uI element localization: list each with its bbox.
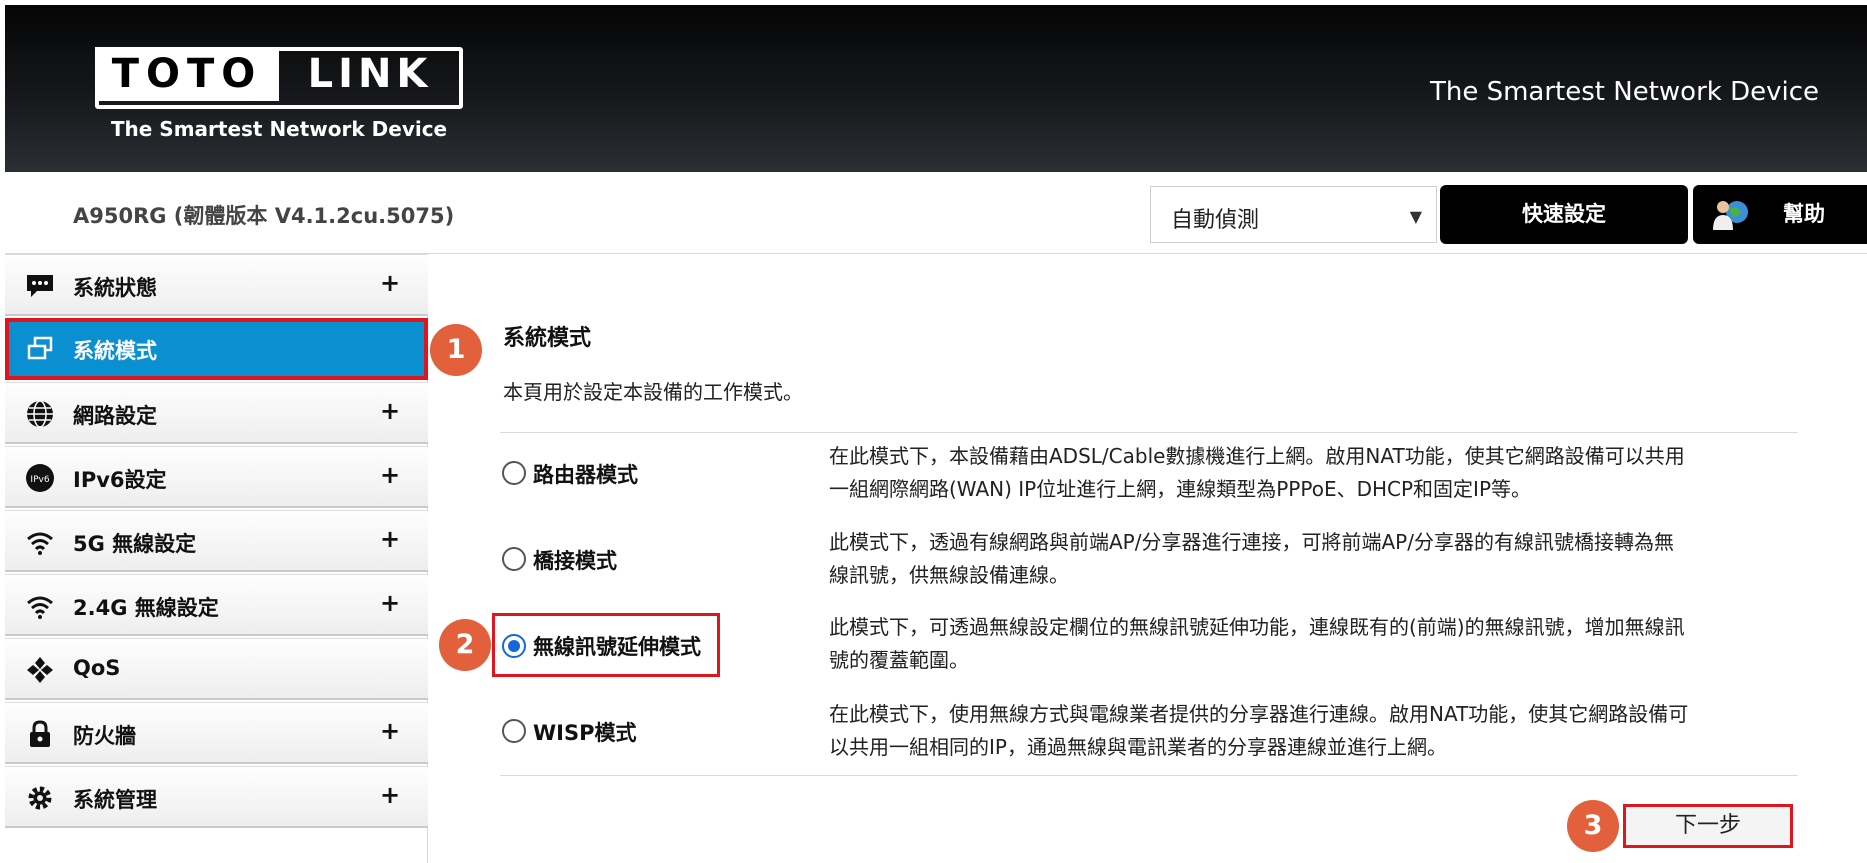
description-line: 線訊號，供無線設備連線。	[829, 563, 1069, 587]
wisp-mode-description: 在此模式下，使用無線方式與電線業者提供的分享器進行連線。啟用NAT功能，使其它網…	[829, 698, 1799, 764]
language-select-value: 自動偵測	[1171, 208, 1260, 233]
bridge-mode-radio[interactable]	[502, 547, 526, 571]
sidebar-item-label: 系統狀態	[73, 276, 157, 300]
sidebar-item-system-status[interactable]: 系統狀態 +	[5, 254, 428, 316]
sidebar-item-label: QoS	[73, 656, 121, 680]
logo-text-right: LINK	[307, 51, 433, 97]
divider	[500, 432, 1798, 433]
description-line: 以共用一組相同的IP，通過無線與電訊業者的分享器連線並進行上網。	[829, 735, 1447, 759]
description-line: 一組網際網路(WAN) IP位址進行上網，連線類型為PPPoE、DHCP和固定I…	[829, 477, 1532, 501]
description-line: 此模式下，可透過無線設定欄位的無線訊號延伸功能，連線既有的(前端)的無線訊號，增…	[829, 615, 1685, 639]
logo-text-left: TOTO	[95, 47, 279, 101]
sidebar-item-label: 系統管理	[73, 788, 157, 812]
sidebar-item-wireless-24g[interactable]: 2.4G 無線設定 +	[5, 574, 428, 636]
qos-icon	[27, 657, 53, 683]
repeater-mode-label: 無線訊號延伸模式	[533, 635, 701, 659]
wifi-icon	[27, 596, 53, 619]
sidebar-item-label: 系統模式	[73, 339, 157, 363]
bridge-mode-label: 橋接模式	[533, 549, 617, 573]
description-line: 號的覆蓋範圍。	[829, 648, 969, 672]
expand-icon: +	[380, 781, 401, 809]
wisp-mode-radio[interactable]	[502, 719, 526, 743]
description-line: 在此模式下，使用無線方式與電線業者提供的分享器進行連線。啟用NAT功能，使其它網…	[829, 702, 1689, 726]
wisp-mode-label: WISP模式	[533, 721, 637, 745]
step-badge-2: 2	[439, 619, 491, 671]
next-button[interactable]: 下一步	[1623, 804, 1793, 848]
sidebar-item-label: 5G 無線設定	[73, 532, 197, 556]
repeater-mode-description: 此模式下，可透過無線設定欄位的無線訊號延伸功能，連線既有的(前端)的無線訊號，增…	[829, 611, 1799, 677]
sidebar-item-label: 防火牆	[73, 724, 136, 748]
wifi-icon	[27, 532, 53, 555]
sidebar-item-system-management[interactable]: 系統管理 +	[5, 766, 428, 828]
description-line: 在此模式下，本設備藉由ADSL/Cable數據機進行上網。啟用NAT功能，使其它…	[829, 444, 1685, 468]
sidebar-item-label: IPv6設定	[73, 468, 167, 492]
step-badge-3: 3	[1567, 800, 1619, 852]
page-description: 本頁用於設定本設備的工作模式。	[503, 380, 803, 404]
totolink-logo: TOTO LINK The Smartest Network Device	[95, 47, 463, 151]
sidebar-item-label: 網路設定	[73, 404, 157, 428]
globe-icon	[27, 400, 53, 428]
expand-icon: +	[380, 397, 401, 425]
router-mode-radio[interactable]	[502, 461, 526, 485]
chevron-down-icon: ▼	[1409, 207, 1422, 226]
quick-setup-button[interactable]: 快速設定	[1440, 185, 1688, 244]
logo-tagline: The Smartest Network Device	[110, 117, 448, 141]
ipv6-icon: IPv6	[26, 464, 54, 492]
header-banner: TOTO LINK The Smartest Network Device Th…	[5, 5, 1867, 172]
lock-icon	[30, 720, 50, 747]
sidebar-item-ipv6[interactable]: IPv6 IPv6設定 +	[5, 446, 428, 508]
expand-icon: +	[380, 461, 401, 489]
expand-icon: +	[380, 589, 401, 617]
router-mode-label: 路由器模式	[533, 463, 638, 487]
expand-icon: +	[380, 269, 401, 297]
language-select[interactable]: 自動偵測 ▼	[1150, 186, 1437, 243]
top-bar: A950RG (韌體版本 V4.1.2cu.5075) 自動偵測 ▼ 快速設定 …	[5, 172, 1867, 254]
expand-icon: +	[380, 717, 401, 745]
help-button[interactable]: 幫助	[1693, 185, 1867, 244]
sidebar: 系統狀態 + 系統模式 網路設定 + IPv6 IPv6設定 + 5G 無線設定…	[5, 254, 428, 863]
expand-icon: +	[380, 525, 401, 553]
bridge-mode-description: 此模式下，透過有線網路與前端AP/分享器進行連接，可將前端AP/分享器的有線訊號…	[829, 526, 1799, 592]
page-title: 系統模式	[503, 326, 592, 351]
header-slogan: The Smartest Network Device	[1429, 77, 1819, 107]
repeater-mode-radio[interactable]	[502, 634, 526, 658]
svg-text:IPv6: IPv6	[30, 475, 49, 485]
chat-bubble-icon	[27, 275, 53, 297]
sidebar-item-qos[interactable]: QoS	[5, 638, 428, 700]
windows-icon	[27, 336, 53, 360]
sidebar-item-label: 2.4G 無線設定	[73, 596, 219, 620]
router-mode-description: 在此模式下，本設備藉由ADSL/Cable數據機進行上網。啟用NAT功能，使其它…	[829, 440, 1799, 506]
sidebar-item-wireless-5g[interactable]: 5G 無線設定 +	[5, 510, 428, 572]
help-button-label: 幫助	[1783, 202, 1825, 226]
gear-icon	[28, 786, 52, 810]
help-person-icon	[1713, 201, 1748, 230]
description-line: 此模式下，透過有線網路與前端AP/分享器進行連接，可將前端AP/分享器的有線訊號…	[829, 530, 1674, 554]
step-badge-1: 1	[430, 324, 482, 376]
divider	[500, 775, 1798, 776]
model-firmware-label: A950RG (韌體版本 V4.1.2cu.5075)	[73, 204, 455, 228]
sidebar-item-network[interactable]: 網路設定 +	[5, 382, 428, 444]
sidebar-item-system-mode[interactable]: 系統模式	[5, 318, 428, 380]
sidebar-item-firewall[interactable]: 防火牆 +	[5, 702, 428, 764]
